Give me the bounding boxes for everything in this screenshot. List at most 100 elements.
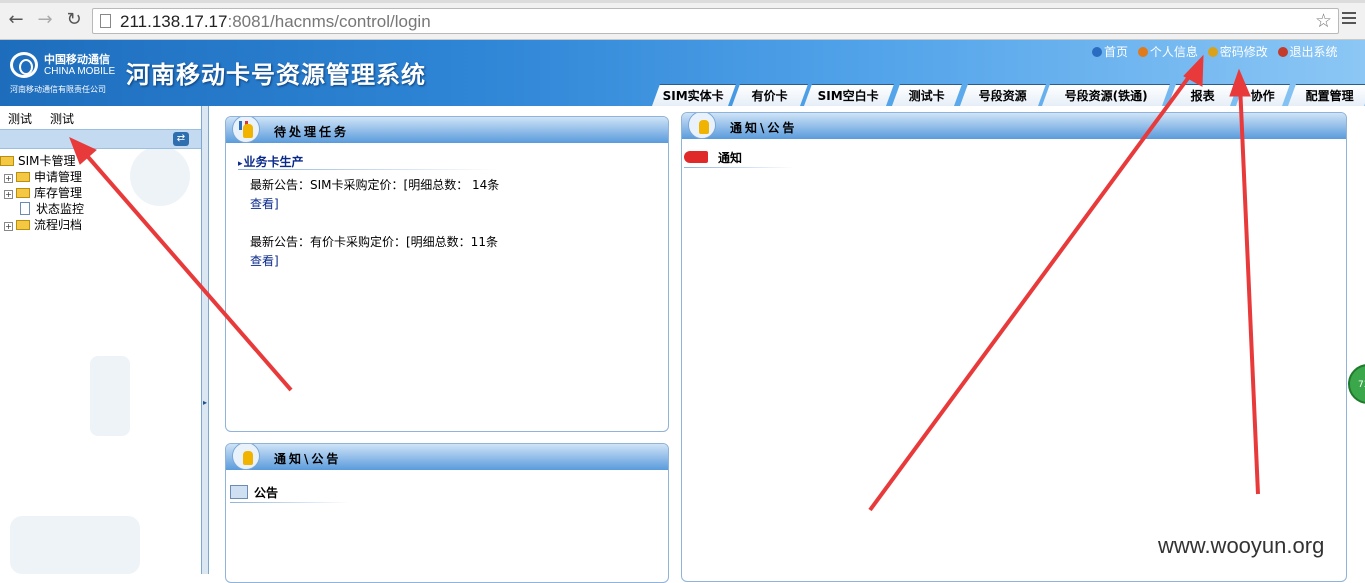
tree-node-monitor[interactable]: 状态监控 bbox=[20, 200, 84, 216]
sidebar-top-item[interactable]: 测试 bbox=[50, 110, 74, 127]
tab-number-resource-tietong[interactable]: 号段资源(铁通) bbox=[1041, 84, 1171, 106]
sidebar-toolbar: ⇄ bbox=[0, 129, 201, 149]
tab-label: SIM空白卡 bbox=[818, 89, 880, 103]
top-link-profile[interactable]: 个人信息 bbox=[1137, 43, 1198, 60]
bulletin-runner-icon bbox=[688, 113, 716, 139]
panel-header: 通知\公告 bbox=[226, 444, 668, 470]
bulletin-panel-right: 通知\公告 通知 bbox=[681, 112, 1347, 582]
sidebar-splitter[interactable]: ▸ bbox=[201, 106, 209, 574]
tab-label: 配置管理 bbox=[1305, 89, 1354, 103]
notice-view-link[interactable]: 查看] bbox=[250, 197, 279, 211]
top-link-home[interactable]: 首页 bbox=[1092, 43, 1128, 60]
folder-icon bbox=[16, 220, 30, 230]
address-bar[interactable]: 211.138.17.17:8081/hacnms/control/login … bbox=[92, 8, 1339, 34]
hamburger-menu-icon[interactable] bbox=[1342, 9, 1356, 27]
task-section-link[interactable]: 业务卡生产 bbox=[238, 153, 304, 170]
bulletin-runner-icon bbox=[232, 444, 260, 470]
tab-collaboration[interactable]: 协作 bbox=[1235, 84, 1291, 106]
url-text[interactable]: 211.138.17.17:8081/hacnms/control/login bbox=[120, 12, 431, 32]
logo-company-text: 河南移动通信有限责任公司 bbox=[10, 85, 106, 94]
url-path: :8081/hacnms/control/login bbox=[227, 12, 431, 31]
system-title: 河南移动卡号资源管理系统 bbox=[126, 61, 426, 89]
tab-label: 测试卡 bbox=[908, 89, 945, 103]
tree-node-archive[interactable]: + 流程归档 bbox=[4, 216, 82, 232]
expand-plus-icon[interactable]: + bbox=[4, 190, 13, 199]
top-link-logout[interactable]: 退出系统 bbox=[1277, 43, 1338, 60]
tree-node-label: 状态监控 bbox=[36, 202, 85, 216]
expand-plus-icon[interactable]: + bbox=[4, 222, 13, 231]
sidebar-top-bar: 测试 测试 bbox=[0, 106, 201, 128]
top-link-label: 退出系统 bbox=[1289, 45, 1338, 59]
badge-text: 73 bbox=[1358, 380, 1365, 390]
tab-number-resource[interactable]: 号段资源 bbox=[959, 84, 1047, 106]
tree-node-label: 申请管理 bbox=[34, 170, 83, 184]
decoration bbox=[90, 356, 130, 436]
panel-header: 待处理任务 bbox=[226, 117, 668, 143]
task-runner-icon bbox=[232, 117, 260, 143]
megaphone-icon bbox=[684, 151, 708, 163]
section-label: 公告 bbox=[254, 486, 279, 500]
notice-view-link[interactable]: 查看] bbox=[250, 254, 279, 268]
tree-node-apply[interactable]: + 申请管理 bbox=[4, 168, 82, 184]
header-banner: 中国移动通信 CHINA MOBILE 河南移动通信有限责任公司 河南移动卡号资… bbox=[0, 40, 1365, 106]
exit-icon bbox=[1277, 47, 1288, 57]
top-link-password[interactable]: 密码修改 bbox=[1207, 43, 1268, 60]
tree-node-label: 库存管理 bbox=[34, 186, 83, 200]
top-link-label: 密码修改 bbox=[1219, 45, 1268, 59]
reload-icon[interactable]: ↻ bbox=[64, 10, 84, 30]
notepad-icon bbox=[230, 485, 248, 499]
tab-label: 号段资源 bbox=[978, 89, 1027, 103]
tab-strip bbox=[0, 0, 1365, 3]
tab-reports[interactable]: 报表 bbox=[1167, 84, 1239, 106]
divider bbox=[238, 169, 498, 170]
announcement-heading: 公告 bbox=[230, 484, 278, 501]
panel-title: 通知\公告 bbox=[730, 121, 798, 135]
document-icon bbox=[20, 202, 30, 215]
refresh-icon[interactable]: ⇄ bbox=[173, 132, 189, 146]
panel-title: 通知\公告 bbox=[274, 452, 342, 466]
home-icon bbox=[1092, 47, 1102, 57]
sidebar: 测试 测试 ⇄ SIM卡管理 + 申请管理 + 库存管理 状态监控 + 流程归档 bbox=[0, 106, 201, 574]
notice-heading: 通知 bbox=[684, 149, 742, 166]
decoration bbox=[10, 516, 140, 574]
divider bbox=[684, 167, 794, 168]
tree-node-stock[interactable]: + 库存管理 bbox=[4, 184, 82, 200]
floating-badge[interactable]: 73 bbox=[1348, 364, 1365, 404]
tasks-panel: 待处理任务 业务卡生产 最新公告：SIM卡采购定价：[明细总数： 14条查看] … bbox=[225, 116, 669, 432]
tab-config[interactable]: 配置管理 bbox=[1287, 84, 1365, 106]
user-icon bbox=[1137, 47, 1148, 57]
arrow-right-icon[interactable]: → bbox=[35, 10, 55, 30]
url-host: 211.138.17.17 bbox=[120, 12, 228, 31]
watermark: www.wooyun.org bbox=[1158, 533, 1325, 558]
panel-header: 通知\公告 bbox=[682, 113, 1346, 139]
notice-text: 最新公告：有价卡采购定价：[明细总数：11条 bbox=[250, 235, 498, 249]
folder-icon bbox=[16, 172, 30, 182]
notice-text: 最新公告：SIM卡采购定价：[明细总数： 14条 bbox=[250, 178, 500, 192]
star-icon[interactable]: ☆ bbox=[1315, 10, 1332, 32]
tab-sim-card[interactable]: SIM实体卡 bbox=[651, 84, 737, 106]
expand-plus-icon[interactable]: + bbox=[4, 174, 13, 183]
bulletin-panel-bottom: 通知\公告 公告 bbox=[225, 443, 669, 583]
sidebar-top-item[interactable]: 测试 bbox=[8, 110, 32, 127]
logo-cn-text: 中国移动通信 bbox=[44, 53, 110, 66]
tab-sim-blank[interactable]: SIM空白卡 bbox=[803, 84, 895, 106]
notice-item: 最新公告：有价卡采购定价：[明细总数：11条 查看] bbox=[250, 233, 510, 271]
section-label: 通知 bbox=[718, 151, 743, 165]
tab-label: 号段资源(铁通) bbox=[1064, 89, 1148, 103]
china-mobile-logo: 中国移动通信 CHINA MOBILE 河南移动通信有限责任公司 bbox=[8, 48, 120, 96]
tree-node-label: 流程归档 bbox=[34, 218, 83, 232]
arrow-left-icon[interactable]: ← bbox=[6, 10, 26, 30]
page-icon bbox=[100, 14, 111, 28]
browser-toolbar: ← → ↻ 211.138.17.17:8081/hacnms/control/… bbox=[0, 0, 1365, 40]
tab-test-card[interactable]: 测试卡 bbox=[891, 84, 963, 106]
logo-mark-icon bbox=[10, 52, 38, 78]
panel-title: 待处理任务 bbox=[274, 125, 350, 139]
collapse-arrow-icon[interactable]: ▸ bbox=[203, 398, 207, 407]
folder-open-icon bbox=[0, 156, 14, 166]
tab-label: 协作 bbox=[1250, 89, 1275, 103]
folder-icon bbox=[16, 188, 30, 198]
tab-value-card[interactable]: 有价卡 bbox=[731, 84, 809, 106]
tree-root-sim[interactable]: SIM卡管理 bbox=[0, 152, 76, 168]
tab-label: 报表 bbox=[1190, 89, 1215, 103]
key-icon bbox=[1207, 47, 1218, 57]
